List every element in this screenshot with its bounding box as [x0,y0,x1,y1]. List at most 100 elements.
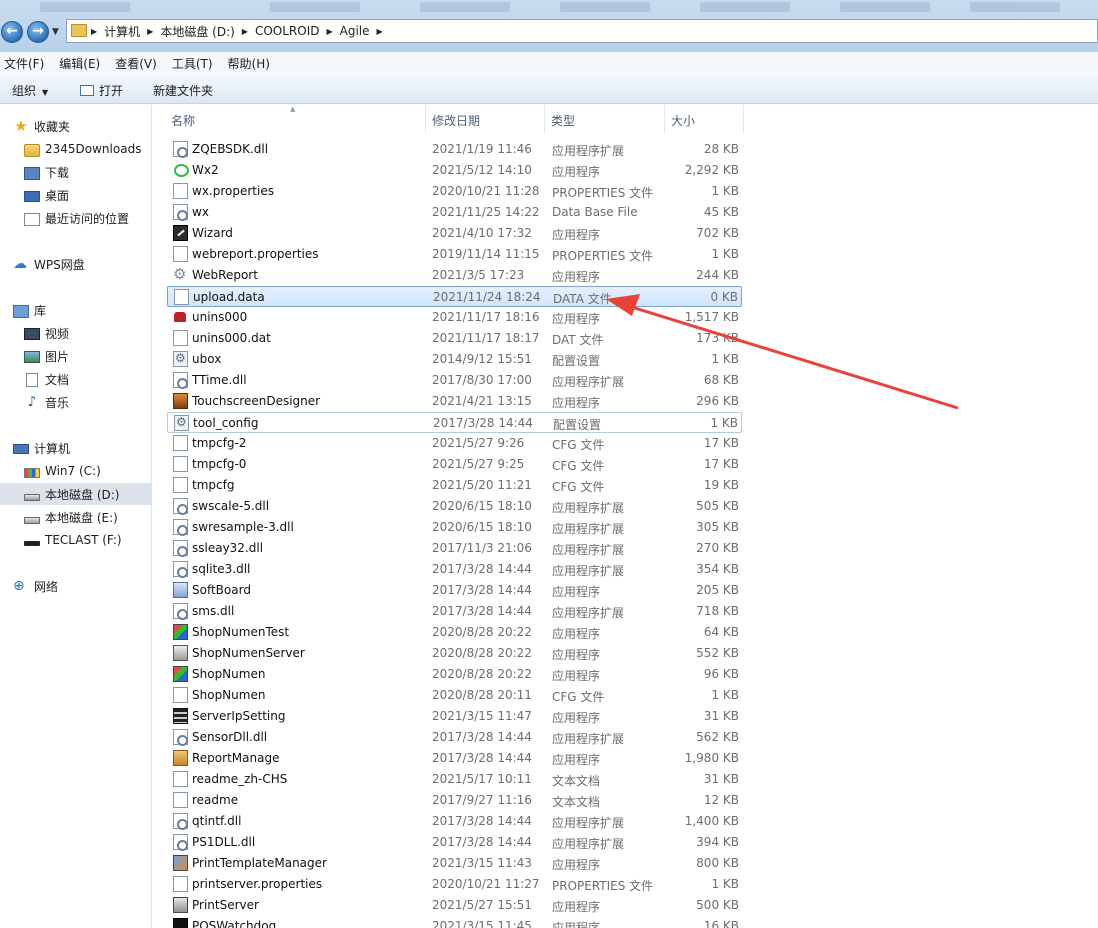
file-row[interactable]: TouchscreenDesigner 2021/4/21 13:15 应用程序 29… [167,391,742,412]
file-row[interactable]: wx 2021/11/25 14:22 Data Base File 45 KB [167,202,742,223]
windows-drive-icon [24,468,40,478]
nav-drive-d[interactable]: 本地磁盘 (D:) [0,483,152,505]
file-file-icon [173,792,188,808]
file-row[interactable]: PrintServer 2021/5/27 15:51 应用程序 500 KB [167,895,742,916]
file-row[interactable]: sqlite3.dll 2017/3/28 14:44 应用程序扩展 354 KB [167,559,742,580]
file-row[interactable]: Wizard 2021/4/10 17:32 应用程序 702 KB [167,223,742,244]
file-row[interactable]: ServerIpSetting 2021/3/15 11:47 应用程序 31 KB [167,706,742,727]
file-row[interactable]: ShopNumen 2020/8/28 20:22 应用程序 96 KB [167,664,742,685]
nav-videos[interactable]: 视频 [0,322,152,344]
file-row[interactable]: ZQEBSDK.dll 2021/1/19 11:46 应用程序扩展 28 KB [167,139,742,160]
file-row[interactable]: TTime.dll 2017/8/30 17:00 应用程序扩展 68 KB [167,370,742,391]
menu-file[interactable]: 文件(F) [4,55,44,72]
file-modified-date: 2017/3/28 14:44 [432,835,532,849]
nav-network[interactable]: ⊕ 网络 [0,575,152,597]
menu-help[interactable]: 帮助(H) [228,55,270,72]
nav-drive-e[interactable]: 本地磁盘 (E:) [0,506,152,528]
column-header-name[interactable]: 名称 [171,112,195,129]
file-row[interactable]: readme_zh-CHS 2021/5/17 10:11 文本文档 31 KB [167,769,742,790]
file-file-icon [174,289,189,305]
file-row[interactable]: PS1DLL.dll 2017/3/28 14:44 应用程序扩展 394 KB [167,832,742,853]
file-row[interactable]: ShopNumenServer 2020/8/28 20:22 应用程序 552 KB [167,643,742,664]
dll-file-icon [173,603,188,620]
column-header-type[interactable]: 类型 [551,112,575,129]
nav-desktop[interactable]: 桌面 [0,184,152,206]
file-row[interactable]: wx.properties 2020/10/21 11:28 PROPERTIES … [167,181,742,202]
file-row[interactable]: qtintf.dll 2017/3/28 14:44 应用程序扩展 1,400 KB [167,811,742,832]
file-row[interactable]: ssleay32.dll 2017/11/3 21:06 应用程序扩展 270 KB [167,538,742,559]
file-row[interactable]: SoftBoard 2017/3/28 14:44 应用程序 205 KB [167,580,742,601]
file-row[interactable]: tmpcfg-2 2021/5/27 9:26 CFG 文件 17 KB [167,433,742,454]
file-size: 17 KB [703,457,739,471]
menu-edit[interactable]: 编辑(E) [59,55,100,72]
open-button[interactable]: 打开 [80,82,123,99]
file-row[interactable]: tmpcfg-0 2021/5/27 9:25 CFG 文件 17 KB [167,454,742,475]
nav-pictures[interactable]: 图片 [0,345,152,367]
cfg-file-icon [174,415,189,431]
recent-pages-dropdown[interactable]: ▼ [52,27,59,37]
chevron-right-icon[interactable]: ▶ [147,27,153,36]
nav-music[interactable]: ♪ 音乐 [0,391,152,413]
breadcrumb-computer[interactable]: 计算机 [104,23,140,40]
chevron-right-icon[interactable]: ▶ [242,27,248,36]
file-row[interactable]: POSWatchdog 2021/3/15 11:45 应用程序 16 KB [167,916,742,928]
column-header-size[interactable]: 大小 [671,112,695,129]
file-type: 应用程序扩展 [552,732,625,746]
column-divider[interactable] [425,105,426,133]
nav-computer[interactable]: 计算机 [0,437,152,459]
new-folder-button[interactable]: 新建文件夹 [153,82,213,99]
file-row[interactable]: Wx2 2021/5/12 14:10 应用程序 2,292 KB [167,160,742,181]
file-row[interactable]: ShopNumenTest 2020/8/28 20:22 应用程序 64 KB [167,622,742,643]
column-divider[interactable] [664,105,665,133]
column-header-modified[interactable]: 修改日期 [432,112,480,129]
file-row[interactable]: webreport.properties 2019/11/14 11:15 PROP… [167,244,742,265]
file-row[interactable]: swscale-5.dll 2020/6/15 18:10 应用程序扩展 505 KB [167,496,742,517]
file-row[interactable]: SensorDll.dll 2017/3/28 14:44 应用程序扩展 562 KB [167,727,742,748]
file-type: 应用程序 [552,312,601,326]
file-row[interactable]: ReportManage 2017/3/28 14:44 应用程序 1,980 KB [167,748,742,769]
file-row[interactable]: unins000 2021/11/17 18:16 应用程序 1,517 KB [167,307,742,328]
forward-button[interactable]: → [27,21,49,43]
chevron-right-icon[interactable]: ▶ [91,27,97,36]
file-name: SensorDll.dll [192,730,268,744]
nav-label: 视频 [45,326,70,341]
breadcrumb-agile[interactable]: Agile [340,24,370,38]
file-row[interactable]: ShopNumen 2020/8/28 20:11 CFG 文件 1 KB [167,685,742,706]
file-row[interactable]: upload.data 2021/11/24 18:24 DATA 文件 0 KB [167,286,742,307]
file-modified-date: 2017/3/28 14:44 [432,814,532,828]
nav-drive-c[interactable]: Win7 (C:) [0,460,152,482]
chevron-right-icon[interactable]: ▶ [326,27,332,36]
organize-button[interactable]: 组织 ▼ [12,82,48,99]
back-button[interactable]: ← [1,21,23,43]
nav-libraries[interactable]: 库 [0,299,152,321]
file-row[interactable]: WebReport 2021/3/5 17:23 应用程序 244 KB [167,265,742,286]
nav-recent-places[interactable]: 最近访问的位置 [0,207,152,229]
nav-wps-cloud[interactable]: ☁ WPS网盘 [0,253,152,275]
address-bar[interactable]: ▶ 计算机 ▶ 本地磁盘 (D:) ▶ COOLROID ▶ Agile ▶ [66,19,1098,43]
file-row[interactable]: tool_config 2017/3/28 14:44 配置设置 1 KB [167,412,742,433]
file-row[interactable]: swresample-3.dll 2020/6/15 18:10 应用程序扩展 305… [167,517,742,538]
nav-favorites[interactable]: ★ 收藏夹 [0,115,152,137]
file-row[interactable]: unins000.dat 2021/11/17 18:17 DAT 文件 173 KB [167,328,742,349]
column-divider[interactable] [544,105,545,133]
file-size: 718 KB [696,604,739,618]
file-row[interactable]: printserver.properties 2020/10/21 11:27 PR… [167,874,742,895]
file-row[interactable]: ubox 2014/9/12 15:51 配置设置 1 KB [167,349,742,370]
network-icon: ⊕ [13,578,25,594]
nav-documents[interactable]: 文档 [0,368,152,390]
nav-2345downloads[interactable]: 2345Downloads [0,138,152,160]
nav-downloads[interactable]: 下载 [0,161,152,183]
chevron-right-icon[interactable]: ▶ [377,27,383,36]
file-row[interactable]: tmpcfg 2021/5/20 11:21 CFG 文件 19 KB [167,475,742,496]
column-divider[interactable] [743,105,744,133]
nav-drive-f[interactable]: TECLAST (F:) [0,529,152,551]
file-modified-date: 2017/9/27 11:16 [432,793,532,807]
menu-tools[interactable]: 工具(T) [172,55,213,72]
file-row[interactable]: readme 2017/9/27 11:16 文本文档 12 KB [167,790,742,811]
breadcrumb-drive-d[interactable]: 本地磁盘 (D:) [160,23,234,40]
breadcrumb-coolroid[interactable]: COOLROID [255,24,320,38]
file-row[interactable]: sms.dll 2017/3/28 14:44 应用程序扩展 718 KB [167,601,742,622]
menu-view[interactable]: 查看(V) [115,55,157,72]
nav-label: 图片 [45,349,70,364]
file-row[interactable]: PrintTemplateManager 2021/3/15 11:43 应用程序 8… [167,853,742,874]
